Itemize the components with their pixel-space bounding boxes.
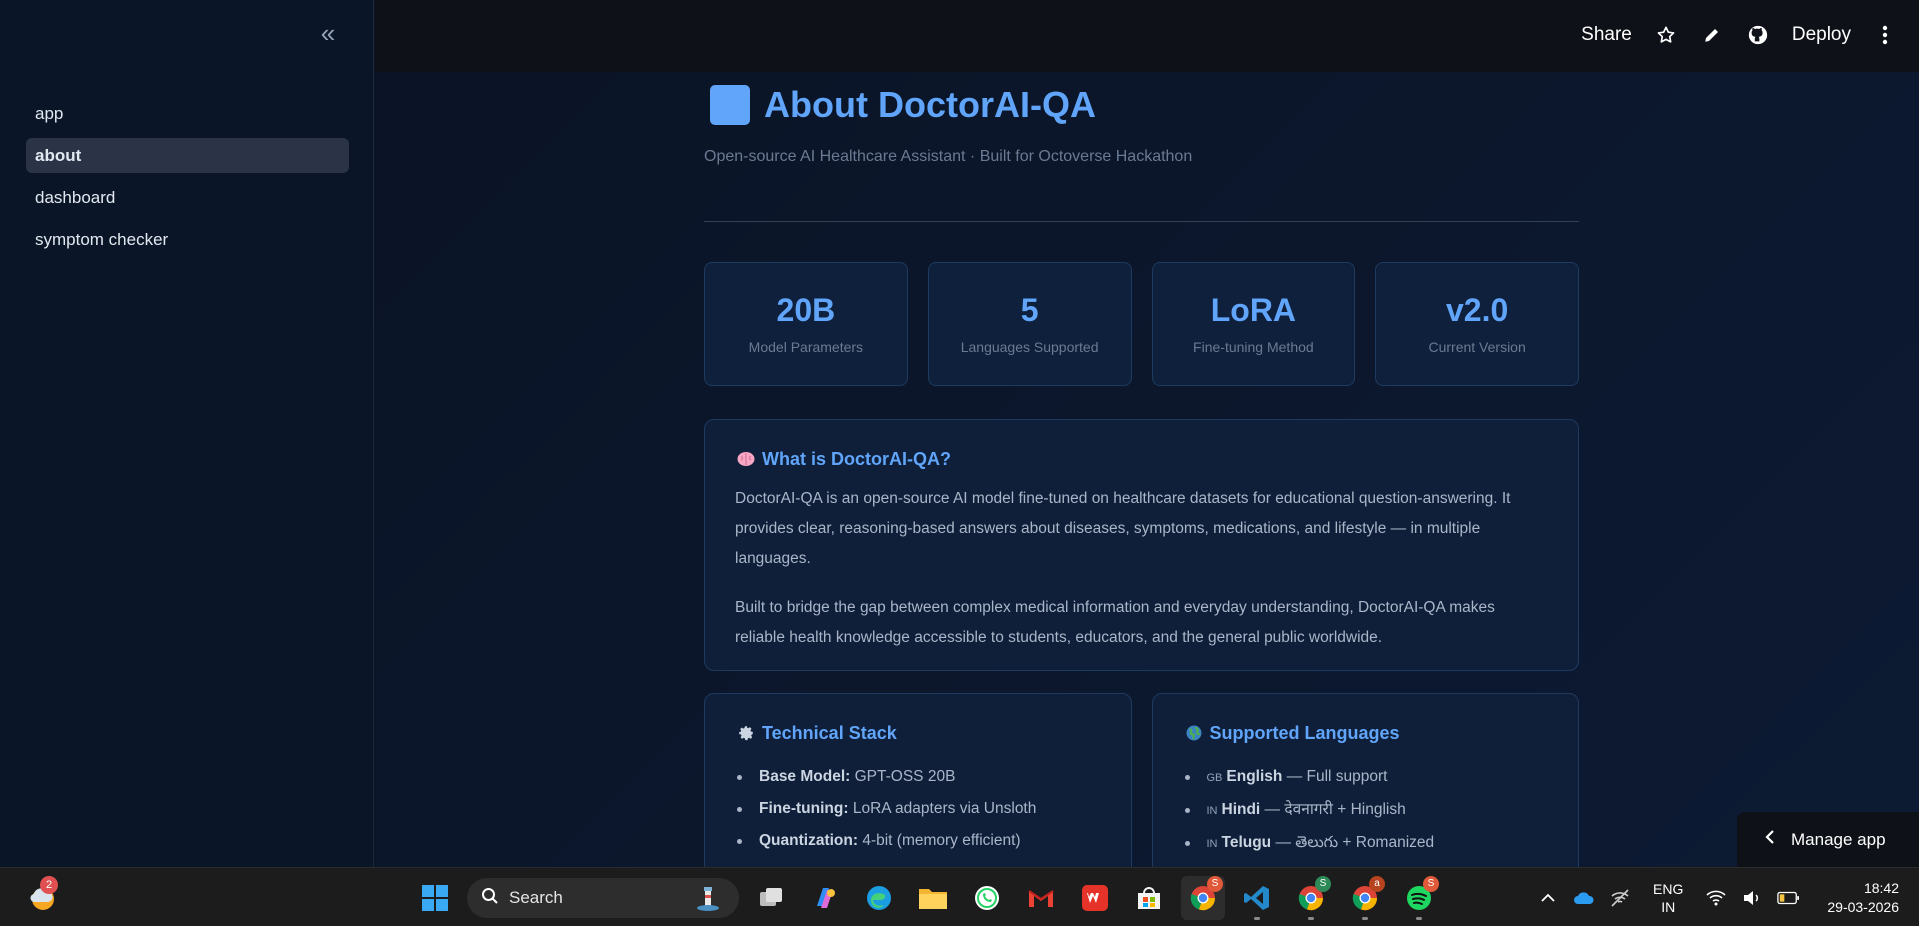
vscode-icon[interactable] <box>1235 876 1279 920</box>
store-icon[interactable] <box>1127 876 1171 920</box>
app-header: Share Deploy <box>375 0 1919 72</box>
chrome-icon[interactable]: S <box>1181 876 1225 920</box>
list-item: IN Telugu — తెలుగు + Romanized <box>1183 827 1549 860</box>
manage-app-button[interactable]: Manage app <box>1737 812 1919 867</box>
profile-badge: S <box>1207 876 1223 892</box>
search-label: Search <box>509 888 563 907</box>
search-icon <box>481 887 499 910</box>
list-item: Quantization: 4-bit (memory efficient) <box>735 825 1101 857</box>
profile-badge: S <box>1423 876 1439 892</box>
title-square-icon <box>710 85 750 125</box>
technical-stack-card: Technical Stack Base Model: GPT-OSS 20B … <box>704 693 1132 867</box>
folder-icon[interactable] <box>911 876 955 920</box>
chevron-left-icon <box>1765 829 1775 850</box>
stat-value: v2.0 <box>1445 292 1509 328</box>
stat-label: Fine-tuning Method <box>1193 339 1314 355</box>
star-icon[interactable] <box>1654 23 1678 47</box>
list-item: Fine-tuning: LoRA adapters via Unsloth <box>735 793 1101 825</box>
clock-time: 18:42 <box>1863 879 1899 896</box>
page-subtitle: Open-source AI Healthcare Assistant · Bu… <box>704 148 1193 165</box>
chevron-up-icon[interactable] <box>1537 887 1559 909</box>
stat-card-languages: 5 Languages Supported <box>927 262 1132 386</box>
start-icon[interactable] <box>413 876 457 920</box>
stat-value: LoRA <box>1210 292 1297 328</box>
taskbar-search[interactable]: Search <box>467 878 739 918</box>
about-card: What is DoctorAI-QA? DoctorAI-QA is an o… <box>704 419 1579 671</box>
page-title: About DoctorAI-QA <box>764 84 1096 125</box>
stat-card-parameters: 20B Model Parameters <box>704 262 908 386</box>
supported-languages-card: Supported Languages GB English — Full sup… <box>1151 693 1579 867</box>
gear-icon <box>735 722 757 744</box>
github-icon[interactable] <box>1746 23 1770 47</box>
about-heading: What is DoctorAI-QA? <box>762 448 951 469</box>
profile-badge: S <box>1315 876 1331 892</box>
sidebar-nav: app about dashboard symptom checker <box>26 96 349 264</box>
edge-icon[interactable] <box>857 876 901 920</box>
task-view-icon[interactable] <box>749 876 793 920</box>
profile-badge: a <box>1369 876 1385 892</box>
stats-row: 20B Model Parameters 5 Languages Support… <box>704 262 1579 386</box>
stat-value: 20B <box>776 292 836 328</box>
stat-label: Current Version <box>1428 339 1526 355</box>
language-indicator[interactable]: ENG IN <box>1653 880 1683 916</box>
onedrive-icon[interactable] <box>1573 887 1595 909</box>
list-item: IN Hindi — देवनागरी + Hinglish <box>1183 794 1549 827</box>
weather-badge: 2 <box>40 876 58 894</box>
wps-icon[interactable] <box>1073 876 1117 920</box>
edit-pencil-icon[interactable] <box>1700 23 1724 47</box>
more-vertical-icon[interactable] <box>1873 23 1897 47</box>
sidebar-item-about[interactable]: about <box>26 138 349 173</box>
stat-card-method: LoRA Fine-tuning Method <box>1151 262 1356 386</box>
gmail-icon[interactable] <box>1019 876 1063 920</box>
lighthouse-icon <box>695 884 721 917</box>
whatsapp-icon[interactable] <box>965 876 1009 920</box>
tech-heading: Technical Stack <box>762 722 897 743</box>
wifi-icon[interactable] <box>1705 887 1727 909</box>
manage-app-label: Manage app <box>1791 829 1886 849</box>
sidebar-item-symptom-checker[interactable]: symptom checker <box>26 222 349 257</box>
divider <box>704 221 1579 222</box>
volume-icon[interactable] <box>1741 887 1763 909</box>
windows-taskbar: 2 Search S S a S ENG IN 18:42 29-03-2026 <box>0 867 1919 926</box>
spotify-icon[interactable]: S <box>1397 876 1441 920</box>
collapse-sidebar-icon[interactable]: « <box>315 20 341 48</box>
copilot-icon[interactable] <box>803 876 847 920</box>
about-paragraph-2: Built to bridge the gap between complex … <box>735 599 1495 646</box>
globe-icon <box>1183 722 1205 744</box>
system-tray: ENG IN 18:42 29-03-2026 <box>1537 868 1899 926</box>
sidebar-item-app[interactable]: app <box>26 96 349 131</box>
stat-label: Model Parameters <box>748 339 864 355</box>
list-item: GB English — Full support <box>1183 761 1549 794</box>
stat-value: 5 <box>1020 292 1039 328</box>
stat-card-version: v2.0 Current Version <box>1375 262 1579 386</box>
stat-label: Languages Supported <box>960 339 1099 355</box>
network-off-icon[interactable] <box>1609 887 1631 909</box>
languages-heading: Supported Languages <box>1209 722 1400 743</box>
clock[interactable]: 18:42 29-03-2026 <box>1827 879 1899 917</box>
about-paragraph-1: DoctorAI-QA is an open-source AI model f… <box>735 490 1511 567</box>
list-item: Base Model: GPT-OSS 20B <box>735 761 1101 793</box>
sidebar-item-dashboard[interactable]: dashboard <box>26 180 349 215</box>
chrome-icon[interactable]: a <box>1343 876 1387 920</box>
chrome-icon[interactable]: S <box>1289 876 1333 920</box>
clock-date: 29-03-2026 <box>1827 898 1899 915</box>
main-content: About DoctorAI-QA Open-source AI Healthc… <box>375 72 1919 867</box>
battery-icon[interactable] <box>1777 887 1800 909</box>
sidebar: « app about dashboard symptom checker <box>0 0 374 867</box>
brain-icon <box>735 448 757 470</box>
deploy-button[interactable]: Deploy <box>1792 24 1851 46</box>
share-button[interactable]: Share <box>1581 24 1632 46</box>
